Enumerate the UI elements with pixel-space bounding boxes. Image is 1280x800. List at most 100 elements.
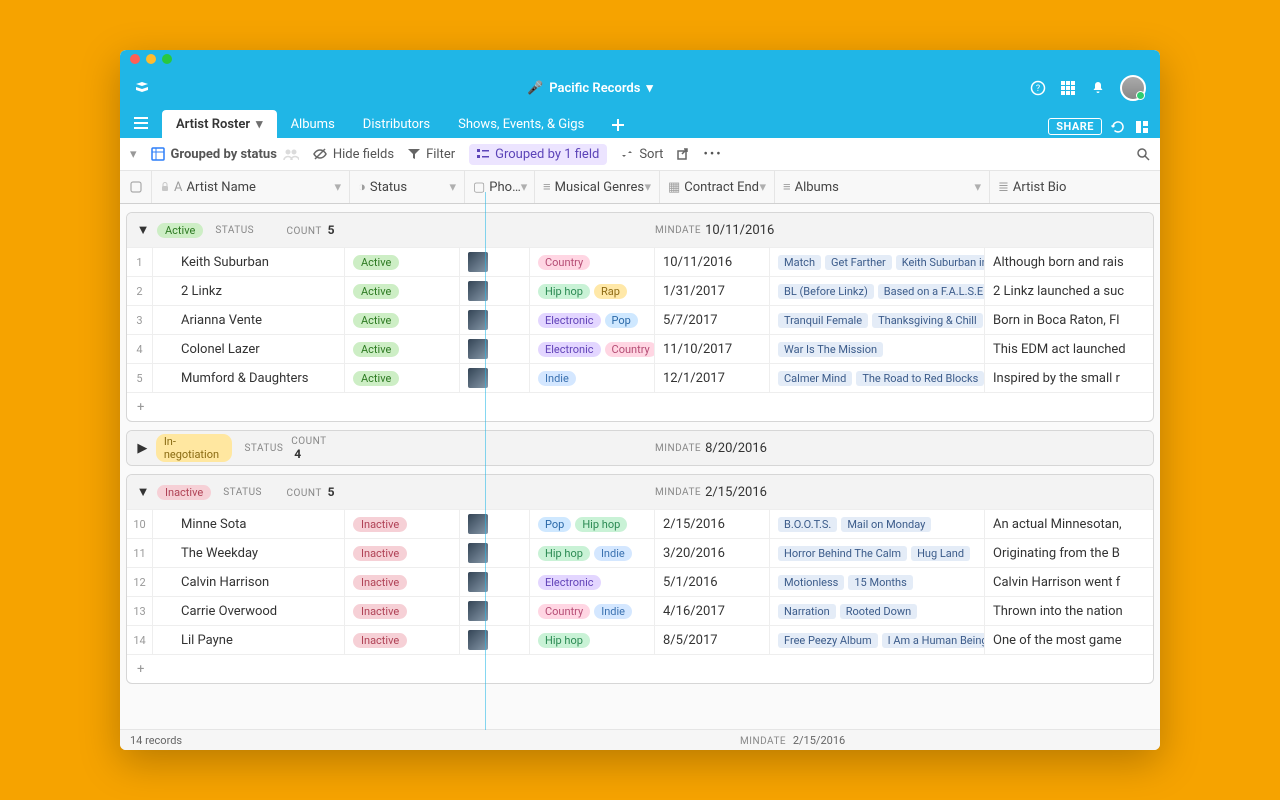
table-row[interactable]: 14Lil PayneInactiveHip hop8/5/2017Free P… <box>127 625 1153 654</box>
app-logo-icon[interactable] <box>134 80 150 96</box>
table-row[interactable]: 4Colonel LazerActiveElectronicCountry11/… <box>127 334 1153 363</box>
table-row[interactable]: 13Carrie OverwoodInactiveCountryIndie4/1… <box>127 596 1153 625</box>
album-chip[interactable]: The Road to Red Blocks <box>856 371 984 386</box>
cell-status[interactable]: Active <box>345 248 460 276</box>
cell-photo[interactable] <box>460 568 530 596</box>
table-row[interactable]: 5Mumford & DaughtersActiveIndie12/1/2017… <box>127 363 1153 392</box>
apps-icon[interactable] <box>1060 80 1076 96</box>
filter-button[interactable]: Filter <box>408 147 455 162</box>
col-photo[interactable]: ▢ Pho… ▾ <box>465 171 535 203</box>
cell-genres[interactable]: Hip hopIndie <box>530 539 655 567</box>
tab-shows-events-gigs[interactable]: Shows, Events, & Gigs <box>444 110 598 138</box>
blocks-icon[interactable] <box>1134 119 1150 135</box>
cell-genres[interactable]: Indie <box>530 364 655 392</box>
group-header[interactable]: ▶In-negotiationSTATUSCOUNT 4MINDATE 8/20… <box>127 431 1153 465</box>
cell-photo[interactable] <box>460 510 530 538</box>
cell-artist-name[interactable]: 2 Linkz <box>153 277 345 305</box>
cell-artist-name[interactable]: Arianna Vente <box>153 306 345 334</box>
photo-thumbnail[interactable] <box>468 310 488 330</box>
cell-artist-name[interactable]: Minne Sota <box>153 510 345 538</box>
album-chip[interactable]: Get Farther <box>825 255 892 270</box>
album-chip[interactable]: Motionless <box>778 575 844 590</box>
cell-genres[interactable]: ElectronicCountry <box>530 335 655 363</box>
cell-albums[interactable]: War Is The Mission <box>770 335 985 363</box>
photo-thumbnail[interactable] <box>468 543 488 563</box>
help-icon[interactable]: ? <box>1030 80 1046 96</box>
cell-bio[interactable]: An actual Minnesotan, <box>985 510 1153 538</box>
album-chip[interactable]: Rooted Down <box>840 604 918 619</box>
avatar[interactable] <box>1120 75 1146 101</box>
add-row-button[interactable]: + <box>127 392 1153 421</box>
cell-photo[interactable] <box>460 539 530 567</box>
cell-artist-name[interactable]: Colonel Lazer <box>153 335 345 363</box>
album-chip[interactable]: Based on a F.A.L.S.E <box>878 284 985 299</box>
hide-fields-button[interactable]: Hide fields <box>313 147 394 162</box>
cell-status[interactable]: Inactive <box>345 510 460 538</box>
album-chip[interactable]: Keith Suburban in <box>896 255 985 270</box>
close-icon[interactable] <box>130 54 140 64</box>
cell-albums[interactable]: BL (Before Linkz) Based on a F.A.L.S.E <box>770 277 985 305</box>
chevron-down-icon[interactable]: ▾ <box>644 180 651 195</box>
cell-status[interactable]: Active <box>345 364 460 392</box>
chevron-down-icon[interactable]: ▾ <box>334 180 341 195</box>
add-row-button[interactable]: + <box>127 654 1153 683</box>
photo-thumbnail[interactable] <box>468 339 488 359</box>
cell-status[interactable]: Inactive <box>345 568 460 596</box>
photo-thumbnail[interactable] <box>468 514 488 534</box>
cell-photo[interactable] <box>460 597 530 625</box>
col-contract-end[interactable]: ▦ Contract End ▾ <box>660 171 775 203</box>
cell-photo[interactable] <box>460 306 530 334</box>
cell-bio[interactable]: 2 Linkz launched a suc <box>985 277 1153 305</box>
cell-genres[interactable]: ElectronicPop <box>530 306 655 334</box>
cell-albums[interactable]: B.O.O.T.S.Mail on Monday <box>770 510 985 538</box>
album-chip[interactable]: Hug Land <box>911 546 970 561</box>
table-row[interactable]: 3Arianna VenteActiveElectronicPop5/7/201… <box>127 305 1153 334</box>
cell-bio[interactable]: Inspired by the small r <box>985 364 1153 392</box>
album-chip[interactable]: 15 Months <box>848 575 912 590</box>
album-chip[interactable]: Tranquil Female <box>778 313 868 328</box>
table-row[interactable]: 22 LinkzActiveHip hopRap1/31/2017BL (Bef… <box>127 276 1153 305</box>
cell-photo[interactable] <box>460 335 530 363</box>
group-header[interactable]: ▼ActiveSTATUSCOUNT 5MINDATE 10/11/2016 <box>127 213 1153 247</box>
cell-status[interactable]: Inactive <box>345 539 460 567</box>
collaborators-icon[interactable] <box>283 148 299 160</box>
select-all-checkbox[interactable] <box>120 171 152 203</box>
tab-distributors[interactable]: Distributors <box>349 110 444 138</box>
cell-contract-end[interactable]: 8/5/2017 <box>655 626 770 654</box>
cell-artist-name[interactable]: Mumford & Daughters <box>153 364 345 392</box>
base-title[interactable]: 🎤 Pacific Records ▾ <box>527 81 653 96</box>
tab-albums[interactable]: Albums <box>277 110 349 138</box>
col-genres[interactable]: ≡ Musical Genres ▾ <box>535 171 660 203</box>
share-button[interactable]: SHARE <box>1048 118 1102 135</box>
table-row[interactable]: 10Minne SotaInactivePopHip hop2/15/2016B… <box>127 509 1153 538</box>
history-icon[interactable] <box>1110 119 1126 135</box>
photo-thumbnail[interactable] <box>468 572 488 592</box>
cell-bio[interactable]: Originating from the B <box>985 539 1153 567</box>
album-chip[interactable]: Free Peezy Album <box>778 633 878 648</box>
cell-bio[interactable]: Although born and rais <box>985 248 1153 276</box>
photo-thumbnail[interactable] <box>468 368 488 388</box>
cell-artist-name[interactable]: Keith Suburban <box>153 248 345 276</box>
cell-albums[interactable]: MatchGet FartherKeith Suburban in <box>770 248 985 276</box>
cell-genres[interactable]: Country <box>530 248 655 276</box>
cell-bio[interactable]: One of the most game <box>985 626 1153 654</box>
cell-genres[interactable]: Electronic <box>530 568 655 596</box>
photo-thumbnail[interactable] <box>468 252 488 272</box>
search-icon[interactable] <box>1136 147 1150 161</box>
album-chip[interactable]: Narration <box>778 604 836 619</box>
view-switcher[interactable]: Grouped by status <box>151 147 299 162</box>
share-view-icon[interactable] <box>677 148 689 160</box>
album-chip[interactable]: B.O.O.T.S. <box>778 517 837 532</box>
cell-albums[interactable]: Motionless 15 Months <box>770 568 985 596</box>
cell-genres[interactable]: CountryIndie <box>530 597 655 625</box>
cell-photo[interactable] <box>460 277 530 305</box>
cell-artist-name[interactable]: The Weekday <box>153 539 345 567</box>
table-row[interactable]: 1Keith SuburbanActiveCountry10/11/2016Ma… <box>127 247 1153 276</box>
col-bio[interactable]: ≣ Artist Bio <box>990 171 1160 203</box>
album-chip[interactable]: BL (Before Linkz) <box>778 284 874 299</box>
cell-albums[interactable]: Horror Behind The CalmHug Land <box>770 539 985 567</box>
disclosure-icon[interactable]: ▶ <box>137 442 148 454</box>
col-artist-name[interactable]: A Artist Name ▾ <box>152 171 350 203</box>
cell-artist-name[interactable]: Calvin Harrison <box>153 568 345 596</box>
cell-contract-end[interactable]: 2/15/2016 <box>655 510 770 538</box>
